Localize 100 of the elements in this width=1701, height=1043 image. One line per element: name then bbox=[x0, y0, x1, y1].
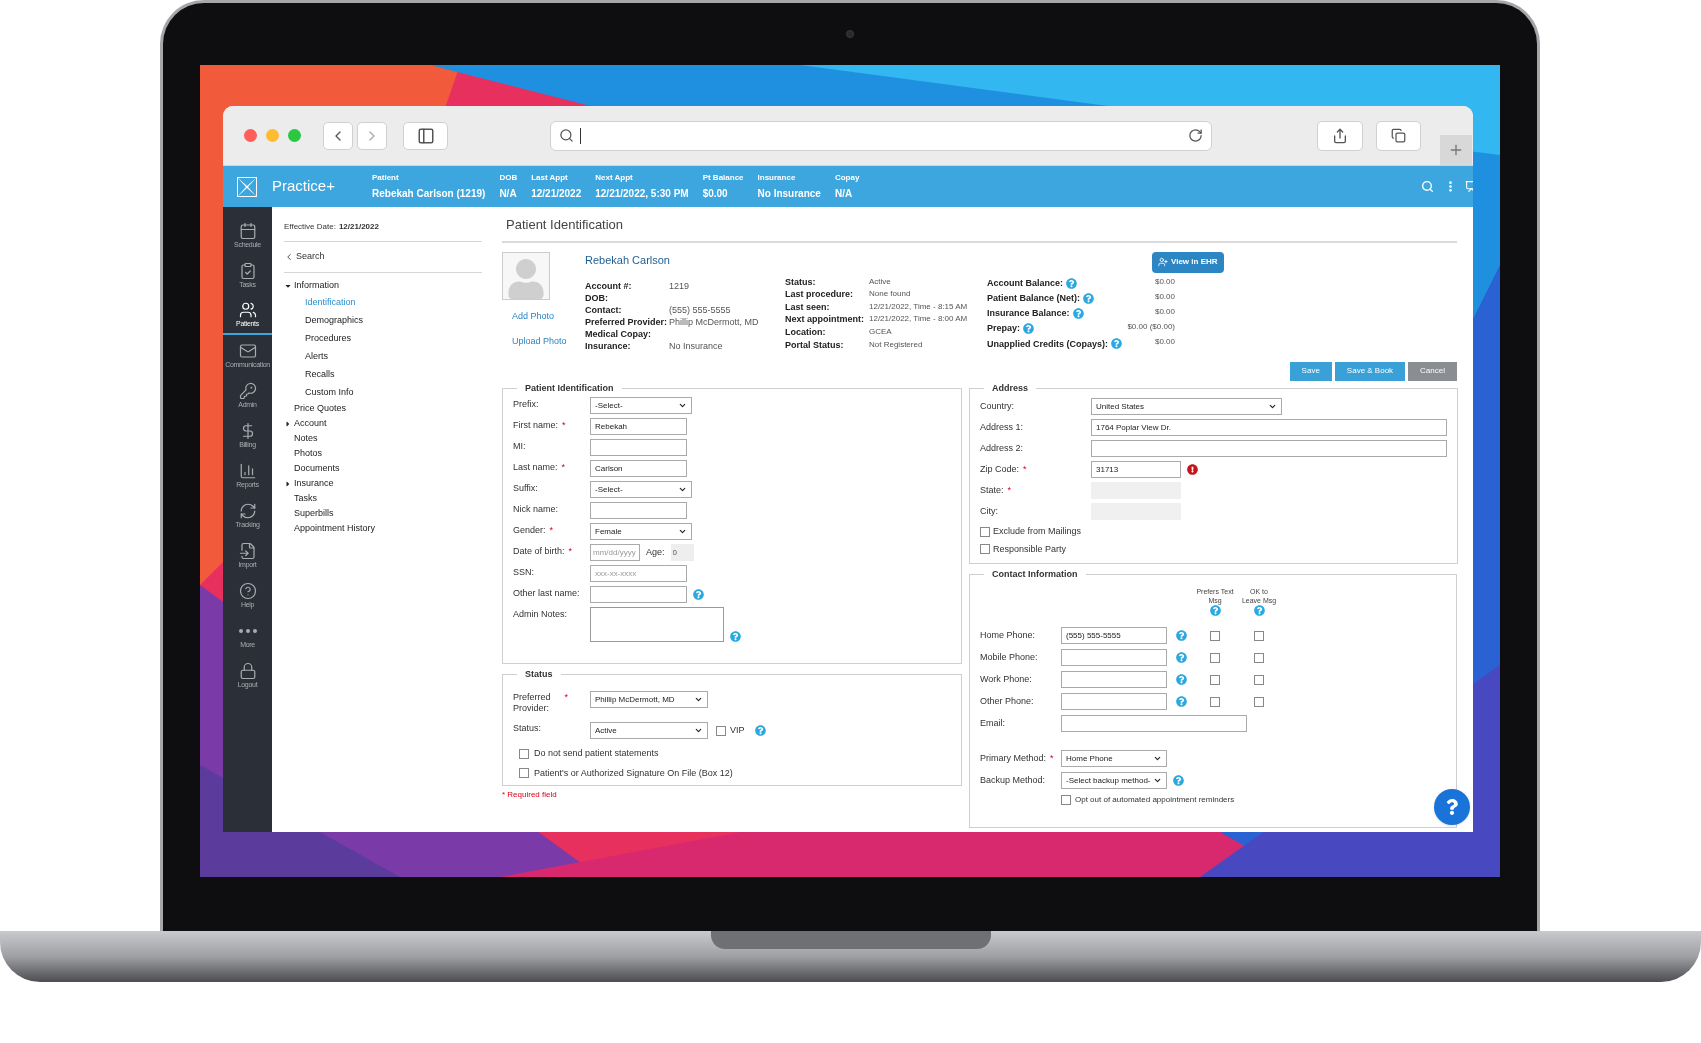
help-icon[interactable] bbox=[1173, 775, 1184, 786]
forward-button[interactable] bbox=[357, 121, 387, 150]
checkbox[interactable] bbox=[980, 526, 990, 537]
key-icon bbox=[238, 381, 257, 400]
back-link[interactable]: Search bbox=[284, 250, 325, 264]
checkbox[interactable] bbox=[1061, 795, 1071, 805]
help-icon[interactable] bbox=[693, 589, 704, 600]
back-button[interactable] bbox=[323, 121, 353, 150]
text-field[interactable] bbox=[1091, 440, 1447, 457]
text-field[interactable] bbox=[1061, 671, 1167, 688]
text-field[interactable]: (555) 555-5555 bbox=[1061, 627, 1167, 644]
header-label: Last Appt bbox=[531, 172, 569, 184]
help-icon[interactable] bbox=[1176, 630, 1187, 641]
detail-label: Portal Status: bbox=[785, 338, 845, 352]
date-field[interactable]: mm/dd/yyyy bbox=[590, 544, 640, 561]
checkbox[interactable] bbox=[1254, 630, 1264, 641]
balance-label: Unapplied Credits (Copays): bbox=[987, 337, 1108, 351]
checkbox[interactable] bbox=[1254, 696, 1264, 707]
effective-date: 12/21/2022 bbox=[338, 221, 379, 233]
minimize-window-button[interactable] bbox=[266, 129, 279, 142]
nav-link[interactable]: Alerts bbox=[305, 349, 482, 365]
select-field[interactable]: -Select- bbox=[590, 397, 692, 414]
help-icon[interactable] bbox=[1023, 323, 1035, 335]
nav-link[interactable]: Account bbox=[294, 417, 327, 431]
sidebar-button[interactable] bbox=[403, 121, 448, 150]
chevron-down-icon bbox=[694, 695, 703, 704]
close-window-button[interactable] bbox=[244, 129, 257, 142]
help-button[interactable] bbox=[1434, 789, 1470, 825]
select-field[interactable]: United States bbox=[1091, 398, 1282, 415]
select-field[interactable]: Home Phone bbox=[1061, 750, 1167, 767]
photo-link[interactable]: Add Photo bbox=[512, 309, 567, 323]
text-field[interactable] bbox=[590, 586, 687, 603]
share-button[interactable] bbox=[1317, 120, 1363, 151]
nav-link[interactable]: Demographics bbox=[305, 313, 482, 329]
nav-link[interactable]: Superbills bbox=[294, 507, 334, 521]
age-field[interactable]: 0 bbox=[670, 544, 694, 561]
view-in-ehr-button[interactable]: View in EHR bbox=[1152, 251, 1224, 273]
notes-field[interactable] bbox=[590, 607, 724, 642]
text-field[interactable] bbox=[590, 439, 687, 456]
address-field[interactable] bbox=[550, 120, 1212, 151]
new-tab-button[interactable] bbox=[1440, 135, 1472, 165]
text-field[interactable] bbox=[1061, 693, 1167, 710]
photo-link[interactable]: Upload Photo bbox=[512, 335, 567, 349]
nav-link[interactable]: Recalls bbox=[305, 367, 482, 383]
help-icon[interactable] bbox=[1066, 277, 1078, 289]
nav-link[interactable]: Tasks bbox=[294, 492, 317, 506]
nav-link[interactable]: Documents bbox=[294, 462, 340, 476]
text-field[interactable]: xxx-xx-xxxx bbox=[590, 565, 687, 582]
help-icon[interactable] bbox=[754, 725, 766, 736]
text-field[interactable]: Rebekah bbox=[590, 418, 687, 435]
text-field[interactable] bbox=[590, 502, 687, 519]
help-icon[interactable] bbox=[730, 631, 741, 642]
nav-link[interactable]: Price Quotes bbox=[294, 402, 347, 416]
nav-link[interactable]: Identification bbox=[305, 295, 482, 311]
text-field[interactable] bbox=[1061, 649, 1167, 666]
help-icon[interactable] bbox=[1072, 308, 1084, 319]
select-field[interactable]: Phillip McDermott, MD bbox=[590, 691, 708, 708]
help-icon[interactable] bbox=[1176, 696, 1187, 707]
tabs-button[interactable] bbox=[1376, 120, 1421, 151]
select-field[interactable]: Female bbox=[590, 523, 692, 540]
checkbox[interactable] bbox=[1210, 630, 1220, 641]
help-icon[interactable] bbox=[1176, 652, 1187, 663]
nav-link[interactable]: Custom Info bbox=[305, 385, 482, 401]
checkbox[interactable] bbox=[980, 544, 990, 555]
checkbox[interactable] bbox=[1210, 696, 1220, 707]
nav-link[interactable]: Notes bbox=[294, 432, 318, 446]
field-label: Country: bbox=[980, 401, 1014, 412]
detail-value: (555) 555-5555 bbox=[669, 303, 732, 316]
select-field[interactable]: -Select- bbox=[590, 481, 692, 498]
nav-link[interactable]: Insurance bbox=[294, 477, 334, 491]
select-field[interactable]: Active bbox=[590, 722, 708, 739]
text-field[interactable]: Carlson bbox=[590, 460, 687, 477]
help-icon[interactable] bbox=[1253, 605, 1265, 616]
nav-link[interactable]: Photos bbox=[294, 447, 323, 461]
checkbox[interactable] bbox=[1210, 674, 1220, 685]
required-mark: * bbox=[1007, 485, 1012, 496]
zoom-window-button[interactable] bbox=[288, 129, 301, 142]
text-field[interactable]: 1764 Poplar View Dr. bbox=[1091, 419, 1447, 436]
checkbox[interactable] bbox=[1254, 652, 1264, 663]
text-field[interactable] bbox=[1061, 715, 1247, 732]
help-icon[interactable] bbox=[1083, 292, 1095, 304]
help-icon[interactable] bbox=[1209, 605, 1221, 616]
bar-chart-icon bbox=[238, 461, 257, 480]
select-field[interactable]: -Select backup method- bbox=[1061, 772, 1167, 789]
search-icon[interactable] bbox=[1421, 180, 1434, 193]
checkbox[interactable] bbox=[519, 748, 529, 759]
field-label: SSN: bbox=[513, 567, 534, 578]
nav-link[interactable]: Procedures bbox=[305, 331, 482, 347]
checkbox[interactable] bbox=[1210, 652, 1220, 663]
help-icon[interactable] bbox=[1111, 338, 1122, 350]
section-title: Status bbox=[524, 667, 554, 681]
help-icon[interactable] bbox=[1176, 674, 1187, 685]
field-label: Admin Notes: bbox=[513, 609, 568, 620]
nav-link[interactable]: Appointment History bbox=[294, 522, 376, 536]
nav-link[interactable]: Information bbox=[294, 279, 340, 293]
checkbox[interactable] bbox=[1254, 674, 1264, 685]
text-cursor bbox=[580, 127, 581, 144]
text-field[interactable]: 31713 bbox=[1091, 461, 1181, 478]
checkbox[interactable] bbox=[716, 725, 726, 736]
checkbox[interactable] bbox=[519, 768, 529, 779]
